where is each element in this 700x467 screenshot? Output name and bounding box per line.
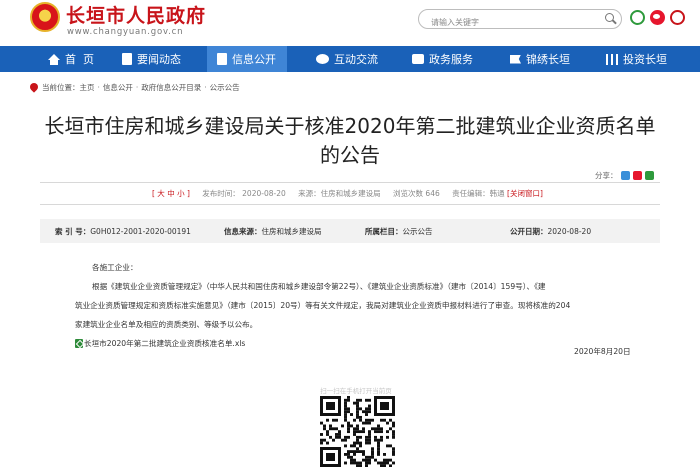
main-nav: 首 页 要闻动态 信息公开 互动交流 政务服务 锦绣长垣 投资长垣 — [0, 46, 700, 72]
nav-item-label: 信息公开 — [232, 53, 276, 66]
font-size-switch[interactable]: [ 大 中 小 ] — [152, 189, 190, 198]
nav-item-label: 首 页 — [65, 53, 94, 66]
excel-file-icon — [75, 339, 83, 348]
sign-date: 2020年8月20日 — [574, 347, 631, 356]
nav-item-home[interactable]: 首 页 — [48, 46, 94, 72]
qr-code-icon — [320, 396, 395, 467]
index-number: 索 引 号：G0H012-2001-2020-00191 — [55, 227, 191, 236]
wechat-icon[interactable] — [630, 10, 645, 25]
breadcrumb: 当前位置： 主页 · 信息公开 · 政府信息公开目录 · 公示公告 — [28, 80, 240, 94]
breadcrumb-separator: · — [135, 82, 139, 92]
nav-item-label: 锦绣长垣 — [526, 53, 570, 66]
body-line: 根据《建筑业企业资质管理规定》（中华人民共和国住房和城乡建设部令第22号）、《建… — [92, 282, 546, 291]
breadcrumb-item-info-open[interactable]: 信息公开 — [103, 82, 133, 93]
column: 所属栏目：公示公告 — [365, 227, 433, 236]
nav-item-scenery[interactable]: 锦绣长垣 — [510, 46, 570, 72]
nav-item-label: 互动交流 — [334, 53, 378, 66]
breadcrumb-item-directory[interactable]: 政府信息公开目录 — [141, 82, 201, 93]
close-window-link[interactable]: [关闭窗口] — [507, 189, 543, 198]
nav-item-services[interactable]: 政务服务 — [412, 46, 473, 72]
document-icon — [217, 53, 227, 65]
breadcrumb-item-home[interactable]: 主页 — [80, 82, 95, 93]
weibo-icon[interactable] — [650, 10, 665, 25]
wechat-share-icon[interactable] — [644, 171, 654, 180]
breadcrumb-separator: · — [204, 82, 207, 92]
search-box — [418, 9, 622, 32]
flag-icon — [510, 54, 521, 64]
nav-item-label: 要闻动态 — [137, 53, 181, 66]
salutation: 各施工企业： — [92, 263, 138, 272]
body-line: 家建筑业企业名单及相应的资质类别、等级予以公布。 — [75, 320, 258, 329]
nav-item-news[interactable]: 要闻动态 — [122, 46, 181, 72]
article-source: 来源：住房和城乡建设局 — [298, 189, 381, 198]
invest-icon — [606, 53, 618, 65]
nav-item-interaction[interactable]: 互动交流 — [316, 46, 378, 72]
view-count: 浏览次数 646 — [393, 189, 440, 198]
body-line: 筑业企业资质管理规定和资质标准实施意见》（建市〔2015〕20号）等有关文件规定… — [75, 301, 571, 310]
article-meta: [ 大 中 小 ] 发布时间： 2020-08-20 来源：住房和城乡建设局 浏… — [40, 188, 660, 199]
site-header: 长垣市人民政府 www.changyuan.gov.cn — [0, 0, 700, 46]
news-icon — [122, 53, 132, 65]
weibo-share-icon[interactable] — [632, 171, 642, 180]
qzone-share-icon[interactable] — [620, 171, 630, 180]
nav-item-label: 投资长垣 — [623, 53, 667, 66]
article-body: 各施工企业： 根据《建筑业企业资质管理规定》（中华人民共和国住房和城乡建设部令第… — [75, 258, 645, 353]
publish-date: 公开日期：2020-08-20 — [510, 227, 592, 236]
breadcrumb-item-notices[interactable]: 公示公告 — [210, 82, 240, 93]
search-input[interactable] — [419, 13, 589, 32]
publish-time: 发布时间： 2020-08-20 — [202, 189, 286, 198]
app-icon[interactable] — [670, 10, 685, 25]
breadcrumb-prefix: 当前位置： — [42, 82, 80, 92]
editor: 责任编辑：韩通 — [452, 189, 505, 198]
index-info-table: 索 引 号：G0H012-2001-2020-00191 信息来源：住房和城乡建… — [40, 219, 660, 243]
chat-icon — [316, 54, 329, 64]
share-label: 分享： — [595, 171, 618, 180]
nav-item-label: 政务服务 — [429, 53, 473, 66]
share-bar: 分享： — [595, 170, 654, 181]
nav-item-invest[interactable]: 投资长垣 — [606, 46, 667, 72]
divider — [40, 204, 660, 205]
search-icon[interactable] — [605, 13, 617, 25]
service-icon — [412, 54, 424, 64]
page-title: 长垣市住房和城乡建设局关于核准2020年第二批建筑业企业资质名单的公告 — [44, 114, 656, 167]
site-url: www.changyuan.gov.cn — [67, 27, 184, 37]
attachment-link[interactable]: 长垣市2020年第二批建筑企业资质核准名单.xls — [75, 334, 645, 353]
nav-item-info-open[interactable]: 信息公开 — [207, 46, 287, 72]
attachment-name[interactable]: 长垣市2020年第二批建筑企业资质核准名单.xls — [84, 334, 245, 353]
breadcrumb-separator: · — [97, 82, 100, 92]
divider — [40, 182, 660, 183]
info-source: 信息来源：住房和城乡建设局 — [224, 227, 322, 236]
location-pin-icon — [28, 81, 40, 93]
site-name[interactable]: 长垣市人民政府 — [66, 1, 206, 28]
qr-caption: 扫一扫在手机打开当前页 — [320, 387, 392, 395]
national-emblem-icon[interactable] — [30, 2, 60, 32]
home-icon — [48, 54, 60, 65]
